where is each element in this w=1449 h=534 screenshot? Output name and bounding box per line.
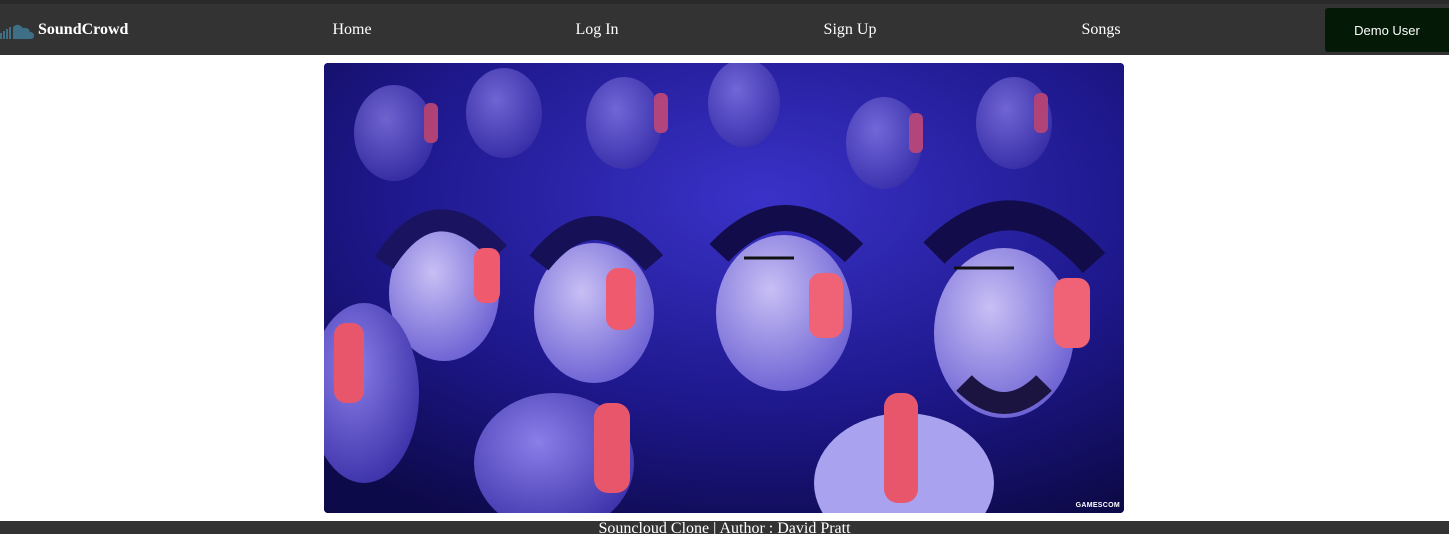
hero-audience-illustration xyxy=(324,63,1124,513)
soundcloud-logo-icon xyxy=(0,24,34,39)
footer-credit-text: Souncloud Clone | Author : David Pratt xyxy=(598,521,851,534)
footer: Souncloud Clone | Author : David Pratt xyxy=(0,521,1449,534)
nav-login-link[interactable]: Log In xyxy=(575,4,618,55)
brand-name: SoundCrowd xyxy=(38,20,129,38)
brand-logo-link[interactable]: SoundCrowd xyxy=(0,4,128,55)
image-watermark: GAMESCOM xyxy=(1075,502,1120,509)
demo-user-button[interactable]: Demo User xyxy=(1325,8,1449,52)
navbar: SoundCrowd Home Log In Sign Up Songs Dem… xyxy=(0,4,1449,55)
nav-signup-link[interactable]: Sign Up xyxy=(824,4,877,55)
hero-image: GAMESCOM xyxy=(324,63,1124,513)
nav-songs-link[interactable]: Songs xyxy=(1081,4,1120,55)
nav-home-link[interactable]: Home xyxy=(332,4,371,55)
